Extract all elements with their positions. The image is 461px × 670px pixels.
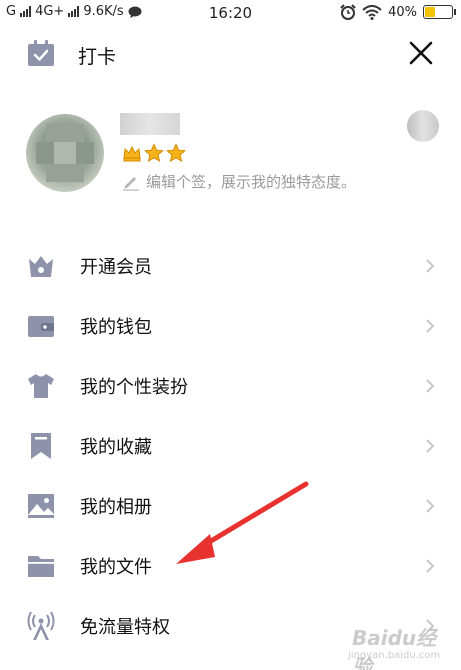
pencil-icon — [123, 176, 139, 191]
menu-item-label: 开通会员 — [80, 257, 152, 278]
menu-item-label: 我的相册 — [80, 497, 152, 518]
close-icon[interactable] — [408, 40, 434, 66]
tshirt-icon — [28, 374, 54, 398]
star-icon — [166, 143, 186, 163]
status-bar: G 4G+ 9.6K/s 16:20 40% — [0, 0, 461, 26]
battery-icon — [423, 5, 456, 19]
chevron-right-icon — [426, 499, 435, 513]
baidu-watermark: Baidu经验 jingyan.baidu.com — [338, 622, 456, 670]
calendar-check-icon[interactable] — [26, 38, 56, 68]
status-right: 40% — [340, 4, 456, 20]
chevron-right-icon — [426, 379, 435, 393]
menu-item-label: 我的收藏 — [80, 437, 152, 458]
battery-percent: 40% — [388, 4, 417, 20]
signature-edit[interactable]: 编辑个签，展示我的独特态度。 — [122, 171, 356, 192]
wifi-icon — [362, 4, 382, 20]
menu-item-vip[interactable]: 开通会员 — [0, 236, 461, 296]
chevron-right-icon — [426, 259, 435, 273]
wallet-icon — [28, 316, 54, 337]
menu-item-label: 我的个性装扮 — [80, 377, 188, 398]
menu-item-label: 我的文件 — [80, 557, 152, 578]
drawer-header: 打卡 — [0, 34, 461, 74]
star-icon — [144, 143, 164, 163]
avatar[interactable] — [26, 114, 104, 192]
nickname-blurred[interactable] — [120, 113, 180, 135]
menu-item-label: 免流量特权 — [80, 617, 170, 638]
menu-item-wallet[interactable]: 我的钱包 — [0, 296, 461, 356]
chevron-right-icon — [426, 559, 435, 573]
folder-icon — [28, 556, 54, 577]
chevron-right-icon — [426, 319, 435, 333]
menu-item-dressup[interactable]: 我的个性装扮 — [0, 356, 461, 416]
menu-item-album[interactable]: 我的相册 — [0, 476, 461, 536]
checkin-label[interactable]: 打卡 — [78, 42, 116, 69]
crown-vip-icon — [29, 256, 53, 277]
bookmark-icon — [31, 433, 51, 459]
picture-icon — [28, 494, 54, 518]
antenna-icon — [27, 611, 55, 640]
signature-hint: 编辑个签，展示我的独特态度。 — [146, 173, 357, 191]
watermark-sub: jingyan.baidu.com — [348, 650, 441, 661]
crown-icon — [123, 145, 141, 162]
chevron-right-icon — [426, 439, 435, 453]
secondary-avatar-blurred[interactable] — [407, 110, 439, 142]
menu-item-favorites[interactable]: 我的收藏 — [0, 416, 461, 476]
menu-item-label: 我的钱包 — [80, 317, 152, 338]
alarm-icon — [340, 4, 356, 20]
level-badges[interactable] — [122, 143, 186, 163]
watermark-text: Baidu经验 — [352, 626, 437, 670]
menu-item-files[interactable]: 我的文件 — [0, 536, 461, 596]
